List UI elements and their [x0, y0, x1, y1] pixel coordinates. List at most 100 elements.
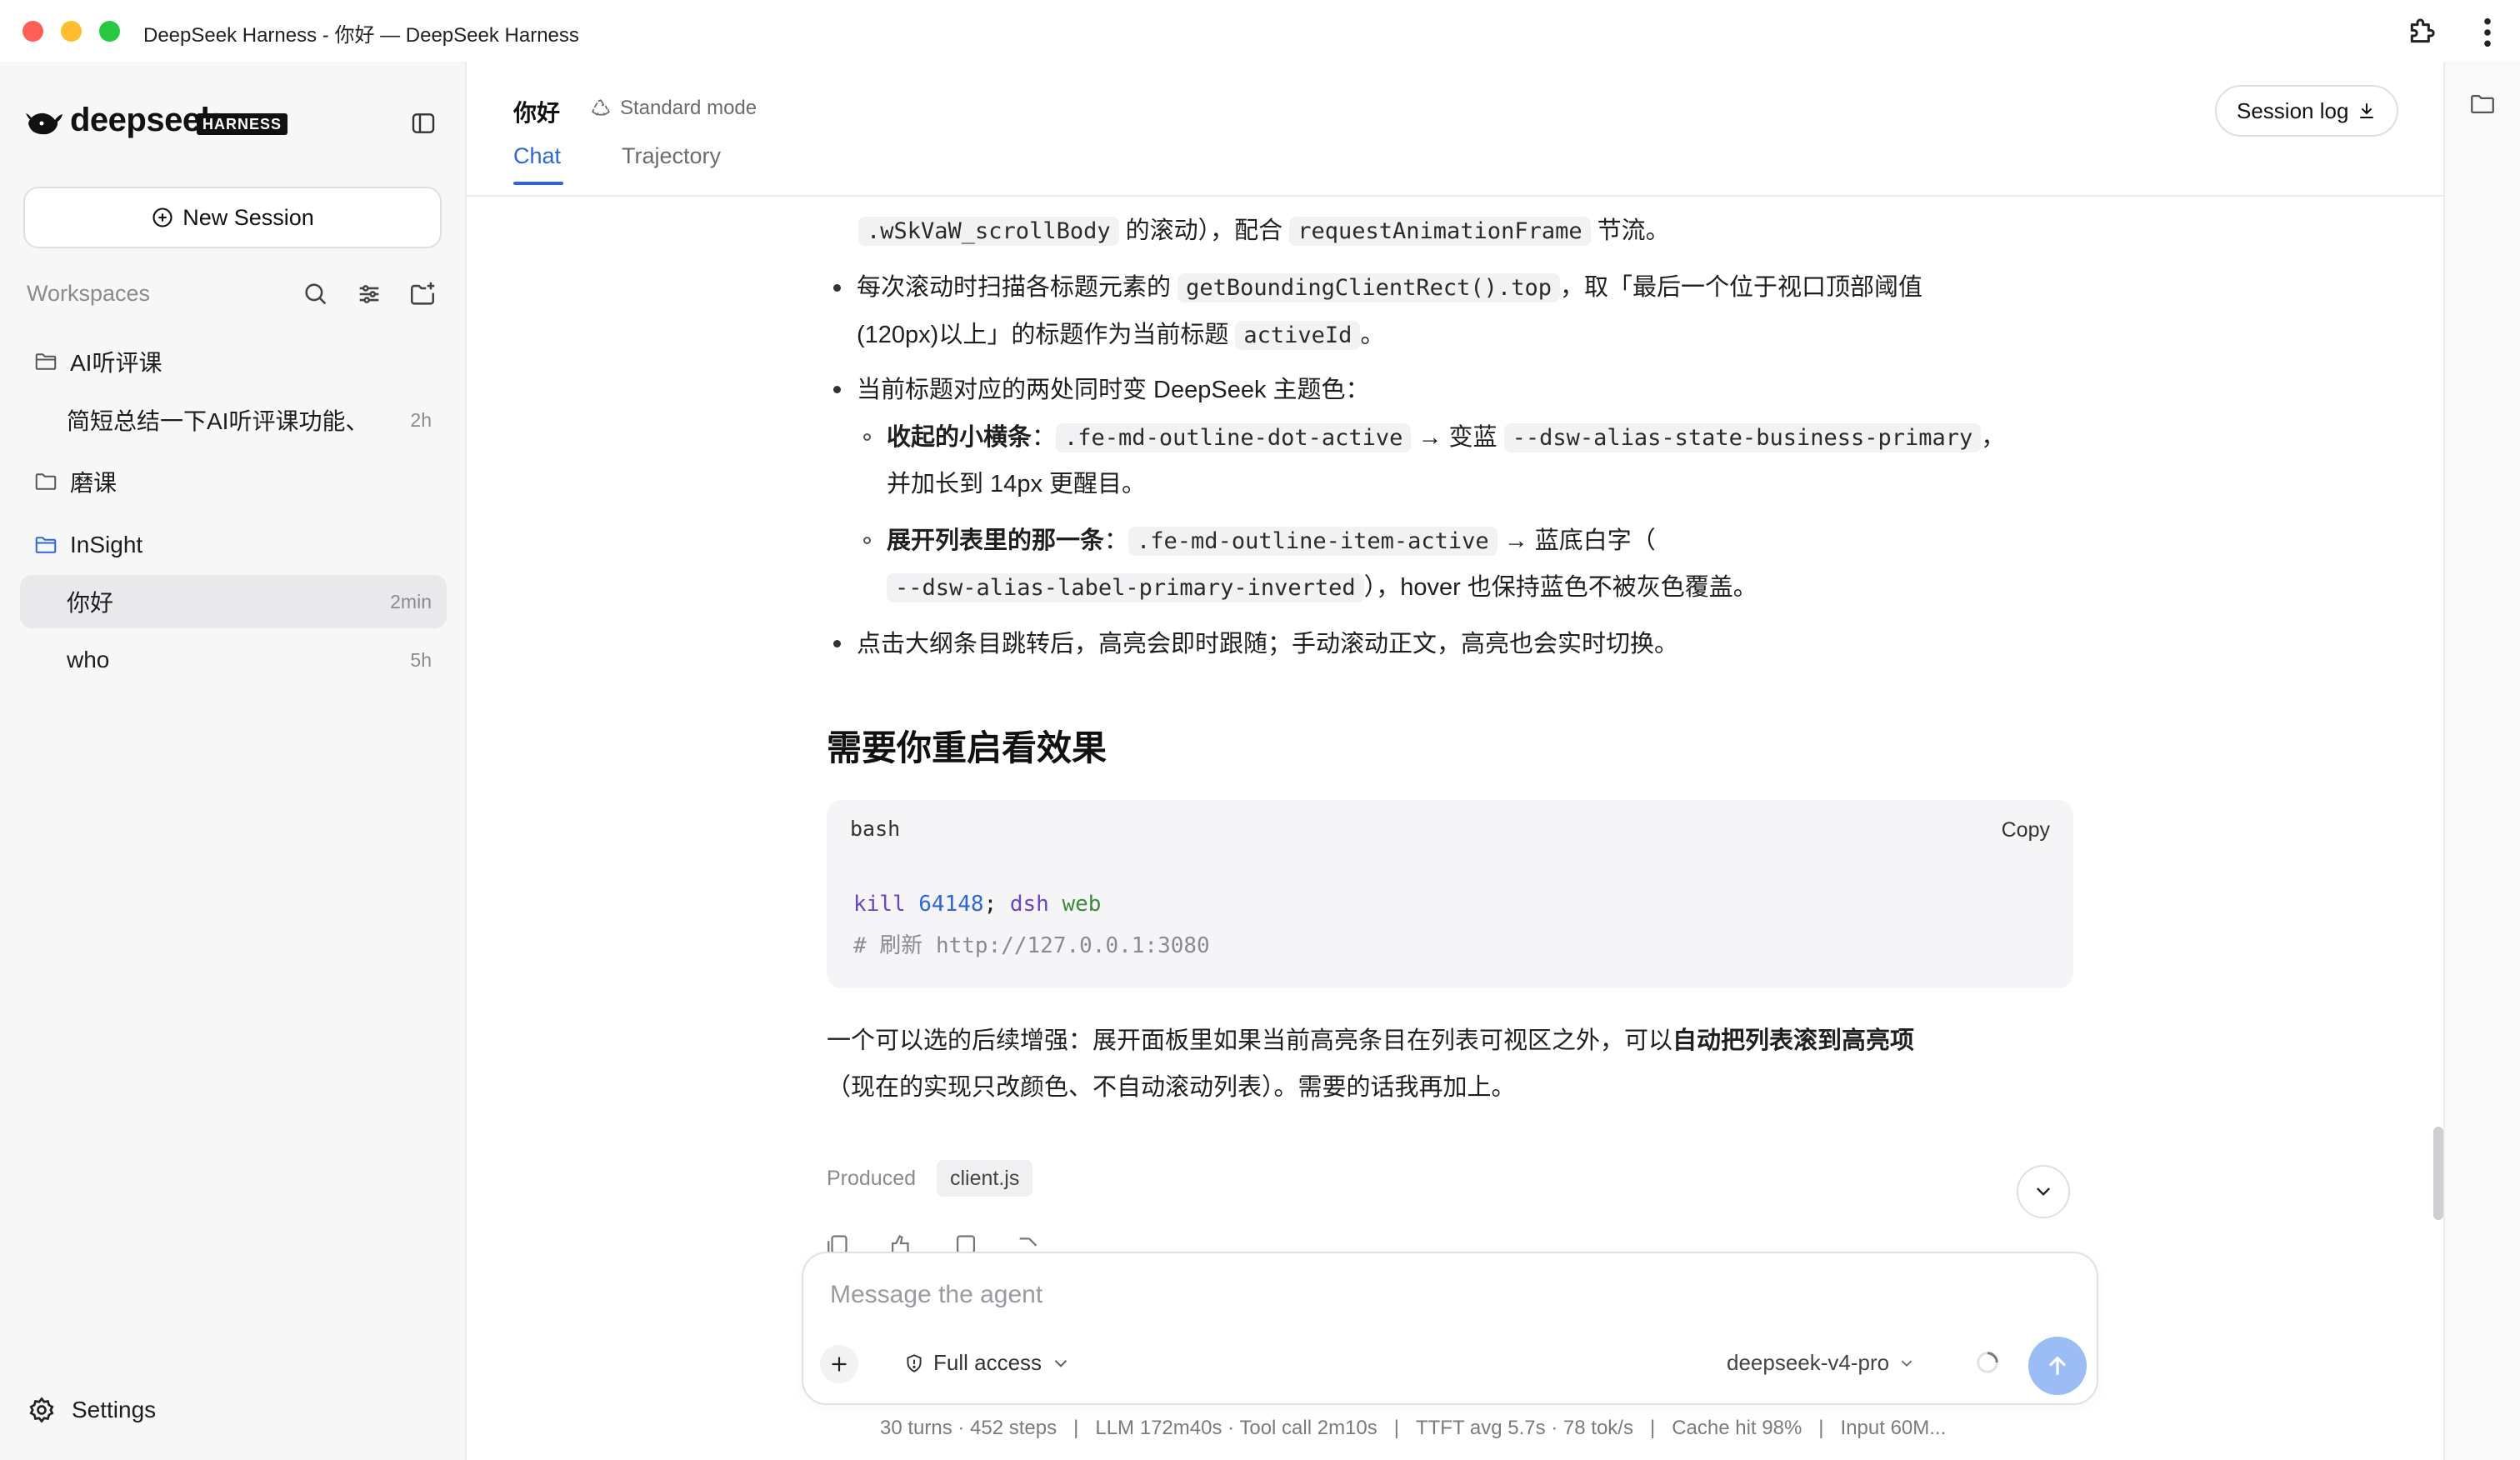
session-log-button[interactable]: Session log: [2215, 85, 2399, 137]
separator: |: [1649, 1417, 1656, 1439]
search-icon[interactable]: [302, 280, 330, 308]
message-input[interactable]: [828, 1273, 1998, 1317]
status-cache: Cache hit 98%: [1672, 1417, 1802, 1439]
share-icon[interactable]: [1015, 1233, 1043, 1253]
code-block: bash Copy kill 64148; dsh web # 刷新 http:…: [827, 800, 2073, 988]
session-title: 你好: [67, 590, 114, 616]
session-item-active[interactable]: 你好 2min: [20, 575, 447, 628]
message-line: 当前标题对应的两处同时变 DeepSeek 主题色：: [857, 377, 1370, 403]
tab-trajectory[interactable]: Trajectory: [622, 143, 721, 169]
workspace-name: InSight: [70, 532, 143, 558]
access-level-dropdown[interactable]: Full access: [903, 1350, 1072, 1376]
produced-file-chip[interactable]: client.js: [937, 1160, 1033, 1197]
workspace-group-insight[interactable]: InSight: [33, 528, 142, 562]
close-window-button[interactable]: [22, 21, 43, 42]
session-time: 2h: [410, 408, 432, 431]
bullet-dot: [833, 640, 841, 648]
chat-scrollbar-thumb[interactable]: [2433, 1127, 2443, 1220]
extension-icon[interactable]: [2405, 15, 2438, 48]
text: ：: [1104, 528, 1129, 554]
download-icon: [2360, 103, 2374, 118]
mode-indicator[interactable]: Standard mode: [590, 97, 757, 120]
status-ttft: TTFT avg 5.7s · 78 tok/s: [1415, 1417, 1633, 1439]
filter-sliders-icon[interactable]: [355, 280, 383, 308]
text: 节流。: [1590, 218, 1670, 244]
open-folder-icon: [35, 537, 57, 553]
sub-bullet-dot: [863, 433, 871, 441]
chevron-down-icon: [1901, 1360, 1912, 1367]
sidebar-toggle-icon[interactable]: [410, 110, 437, 137]
session-item[interactable]: 简短总结一下AI听评课功能、 2h: [20, 393, 447, 447]
settings-button[interactable]: Settings: [27, 1395, 156, 1425]
message-line: 一个可以选的后续增强：展开面板里如果当前高亮条目在列表可视区之外，可以自动把列表…: [827, 1018, 1914, 1064]
chat-header: 你好 Standard mode Chat Trajectory Session…: [467, 62, 2443, 197]
code-line: kill 64148; dsh web: [853, 892, 1101, 917]
inline-code: .wSkVaW_scrollBody: [858, 217, 1119, 246]
workspace-name: 磨课: [70, 470, 118, 496]
text: ），hover 也保持蓝色不被灰色覆盖。: [1363, 574, 1758, 601]
text: (120px)以上」的标题作为当前标题: [857, 322, 1236, 348]
scroll-to-bottom-button[interactable]: [2017, 1165, 2070, 1218]
chevron-down-icon: [2037, 1188, 2050, 1196]
arrow-up-icon: [2049, 1357, 2066, 1375]
text: → 蓝底白字（: [1497, 528, 1656, 554]
copy-message-icon[interactable]: [825, 1233, 853, 1253]
message-line: （现在的实现只改颜色、不自动滚动列表）。需要的话我再加上。: [827, 1074, 1516, 1101]
message-line: 每次滚动时扫描各标题元素的 getBoundingClientRect().to…: [857, 264, 1922, 312]
right-rail: [2443, 62, 2520, 1460]
sidebar: deepseek HARNESS New Session Workspaces …: [0, 62, 467, 1460]
inline-code: --dsw-alias-label-primary-inverted: [887, 573, 1364, 602]
code-token: kill: [853, 892, 906, 917]
new-session-button[interactable]: New Session: [23, 187, 442, 248]
inline-code: activeId: [1235, 321, 1361, 350]
code-token: ;: [983, 892, 998, 917]
folder-icon: [35, 473, 57, 490]
zoom-window-button[interactable]: [99, 21, 120, 42]
active-tab-indicator: [513, 182, 563, 185]
text: 。: [1360, 322, 1385, 348]
settings-label: Settings: [72, 1397, 157, 1422]
session-title: 简短总结一下AI听评课功能、: [67, 408, 369, 434]
more-vertical-icon[interactable]: [2479, 17, 2496, 48]
workspace-group-ai-listening[interactable]: AI听评课: [33, 345, 162, 378]
loading-spinner-icon: [1977, 1352, 1998, 1373]
text: ，: [1981, 424, 2006, 451]
inline-code: .fe-md-outline-item-active: [1128, 527, 1498, 556]
session-title: who: [67, 647, 110, 672]
copy-code-button[interactable]: Copy: [2002, 818, 2050, 842]
new-folder-icon[interactable]: [408, 280, 437, 308]
text: → 变蓝: [1411, 424, 1504, 451]
minimize-window-button[interactable]: [61, 21, 82, 42]
brand-badge: HARNESS: [197, 113, 288, 135]
message-heading: 需要你重启看效果: [827, 728, 1108, 768]
access-level-label: Full access: [933, 1350, 1042, 1375]
attach-button[interactable]: [820, 1345, 858, 1383]
message-composer: Full access deepseek-v4-pro: [802, 1252, 2098, 1405]
code-comment-line: # 刷新 http://127.0.0.1:3080: [853, 933, 1210, 958]
status-input: Input 60M...: [1840, 1417, 1947, 1439]
text: 每次滚动时扫描各标题元素的: [857, 274, 1178, 301]
message-line: 并加长到 14px 更醒目。: [887, 471, 1146, 498]
thumbs-up-icon[interactable]: [887, 1233, 915, 1253]
session-time: 2min: [390, 590, 432, 612]
code-token: dsh: [1009, 892, 1049, 917]
workspaces-label: Workspaces: [27, 281, 151, 306]
workspace-group-mock-lesson[interactable]: 磨课: [33, 465, 117, 498]
chevron-down-icon: [1054, 1359, 1068, 1368]
model-selector[interactable]: deepseek-v4-pro: [1727, 1350, 1916, 1376]
send-button[interactable]: [2028, 1337, 2087, 1395]
thumbs-down-icon[interactable]: [952, 1233, 980, 1253]
text: ：: [1032, 424, 1057, 451]
session-item[interactable]: who 5h: [20, 633, 447, 687]
message-line: (120px)以上」的标题作为当前标题 activeId。: [857, 312, 1384, 359]
produced-label: Produced: [827, 1167, 917, 1190]
sub-bullet-dot: [863, 537, 871, 544]
files-folder-icon[interactable]: [2467, 90, 2498, 118]
model-label: deepseek-v4-pro: [1727, 1350, 1890, 1375]
code-token: web: [1062, 892, 1102, 917]
mode-label: Standard mode: [620, 97, 758, 119]
bold-text: 自动把列表滚到高亮项: [1672, 1028, 1915, 1054]
tab-chat[interactable]: Chat: [513, 143, 561, 169]
message-line: --dsw-alias-label-primary-inverted ），hove…: [887, 564, 1758, 612]
text: 的滚动），配合: [1118, 218, 1290, 244]
